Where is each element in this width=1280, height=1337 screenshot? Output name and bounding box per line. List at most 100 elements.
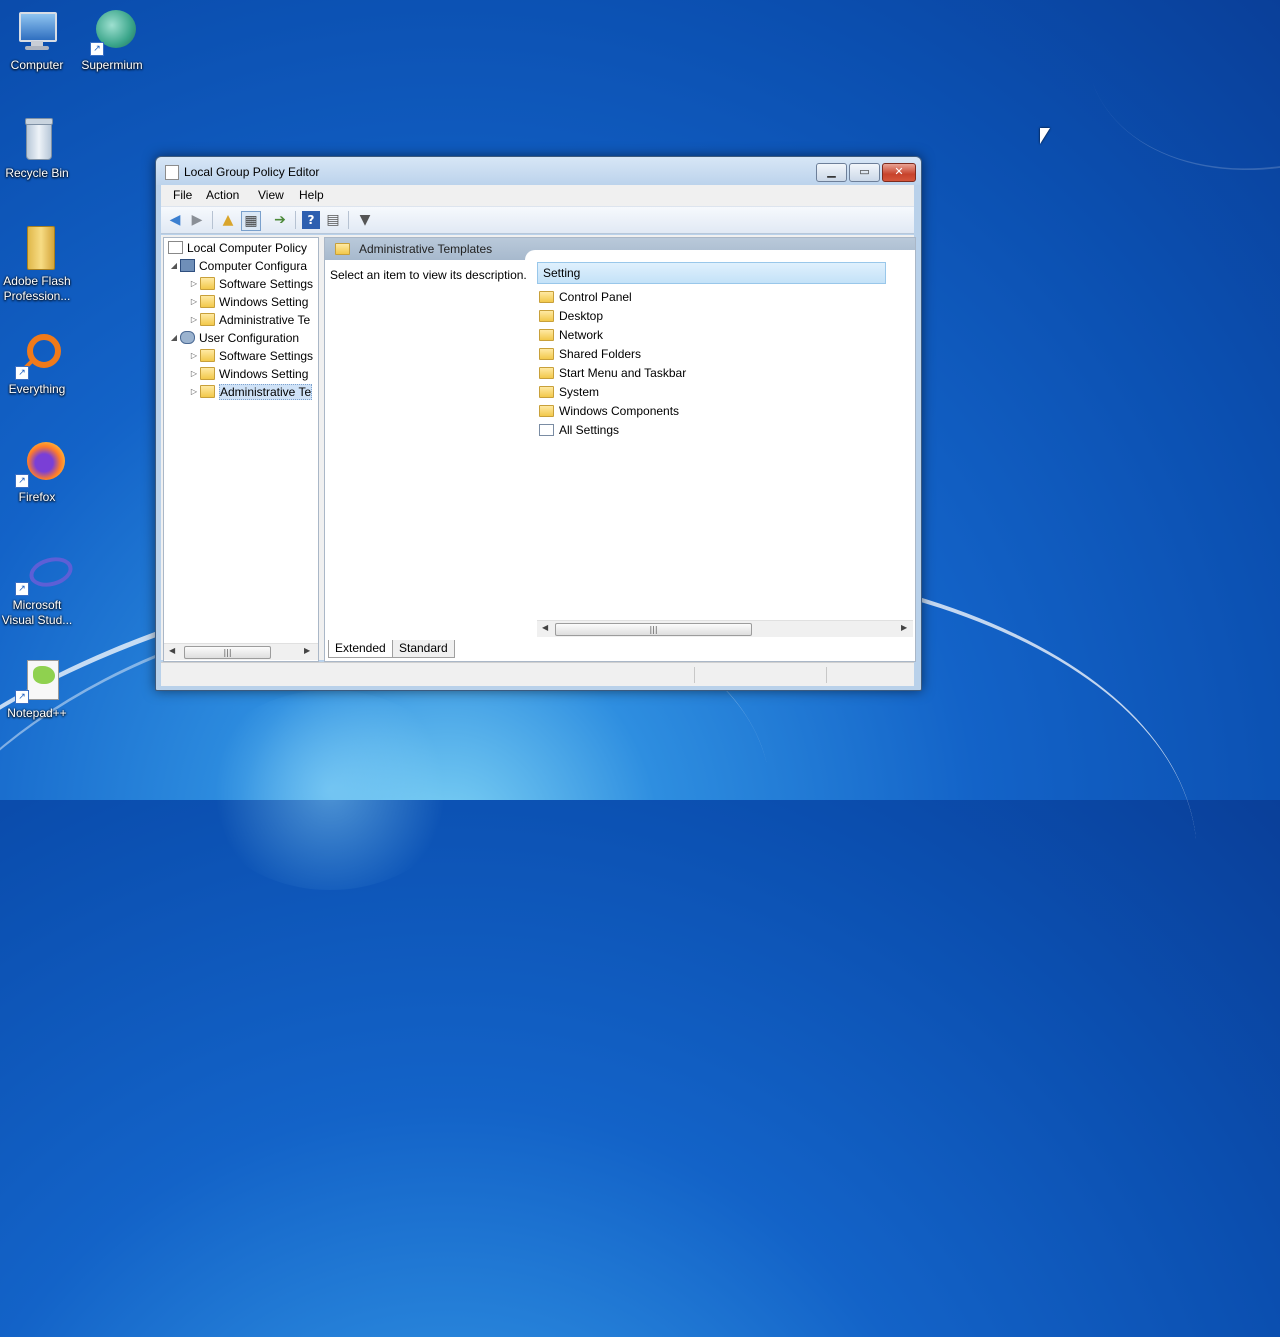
desktop: { "desktop": { "icons": [ {"label": "Com… [0, 0, 1280, 1337]
notepad-plus-plus-icon: ↗ [13, 656, 61, 704]
folder-icon [200, 367, 215, 380]
expand-arrow-icon[interactable]: ▷ [188, 365, 200, 383]
shortcut-arrow-icon: ↗ [15, 690, 29, 704]
close-icon: ✕ [894, 165, 904, 178]
help-icon[interactable]: ? [302, 211, 320, 229]
details-horizontal-scrollbar[interactable]: ◀ ||| ▶ [537, 620, 913, 637]
maximize-button[interactable]: ▭ [849, 163, 880, 182]
desktop-icon-label: Notepad++ [7, 706, 67, 720]
scroll-right-arrow-icon[interactable]: ▶ [901, 623, 907, 632]
tree-horizontal-scrollbar[interactable]: ◀ ||| ▶ [164, 643, 318, 660]
tree-node-user-windows-settings[interactable]: ▷ Windows Setting [188, 365, 308, 383]
scroll-right-arrow-icon[interactable]: ▶ [304, 646, 310, 655]
desktop-icon-notepad-plus-plus[interactable]: ↗ Notepad++ [0, 656, 74, 721]
show-hide-tree-icon[interactable]: ▦ [241, 211, 261, 231]
expand-arrow-icon[interactable]: ▷ [188, 311, 200, 329]
shortcut-arrow-icon: ↗ [15, 582, 29, 596]
filter-icon[interactable]: ▼ [356, 211, 374, 229]
desktop-icon-supermium[interactable]: ↗ Supermium [75, 8, 149, 73]
desktop-icon-adobe-flash[interactable]: Adobe Flash Profession... [0, 224, 74, 304]
tree-node-user-software-settings[interactable]: ▷ Software Settings [188, 347, 313, 365]
list-item[interactable]: Shared Folders [539, 345, 641, 364]
toolbar-separator [212, 211, 213, 229]
export-list-icon[interactable]: ➔ [271, 211, 289, 229]
column-header-setting[interactable]: Setting [537, 262, 886, 284]
back-arrow-icon[interactable]: ◀ [166, 211, 184, 229]
menu-bar: File Action View Help [161, 185, 914, 207]
folder-icon [539, 310, 554, 322]
computer-icon [180, 259, 195, 272]
shortcut-arrow-icon: ↗ [15, 474, 29, 488]
desktop-icon-recycle-bin[interactable]: Recycle Bin [0, 116, 74, 181]
tree-node-windows-settings[interactable]: ▷ Windows Setting [188, 293, 308, 311]
folder-icon [539, 348, 554, 360]
close-button[interactable]: ✕ [882, 163, 916, 182]
tree-node-user-administrative-templates[interactable]: ▷ Administrative Te [188, 383, 313, 401]
policy-icon [165, 165, 179, 180]
expand-arrow-icon[interactable]: ▷ [188, 293, 200, 311]
menu-action[interactable]: Action [206, 188, 239, 202]
desktop-icon-label: Firefox [18, 490, 56, 504]
minimize-icon: ▁ [827, 165, 836, 178]
minimize-button[interactable]: ▁ [816, 163, 847, 182]
toolbar-separator [348, 211, 349, 229]
firefox-icon: ↗ [13, 440, 65, 488]
expand-arrow-icon[interactable]: ▷ [188, 275, 200, 293]
expand-arrow-icon[interactable]: ▷ [188, 383, 200, 401]
supermium-icon: ↗ [88, 8, 136, 56]
tab-standard[interactable]: Standard [392, 640, 455, 658]
tree-node-root[interactable]: Local Computer Policy [168, 239, 307, 257]
list-item[interactable]: Desktop [539, 307, 603, 326]
properties-icon[interactable]: ▤ [324, 211, 342, 229]
list-item[interactable]: Windows Components [539, 402, 679, 421]
collapse-arrow-icon[interactable]: ◢ [168, 257, 180, 275]
list-item[interactable]: System [539, 383, 599, 402]
menu-help[interactable]: Help [299, 188, 324, 202]
desktop-icon-computer[interactable]: Computer [0, 8, 74, 73]
tree-node-user-configuration[interactable]: ◢ User Configuration [168, 329, 299, 347]
folder-icon [13, 224, 61, 272]
tree-node-computer-configuration[interactable]: ◢ Computer Configura [168, 257, 307, 275]
tree-pane[interactable]: Local Computer Policy ◢ Computer Configur… [163, 237, 319, 662]
desktop-icon-label: Recycle Bin [5, 166, 69, 180]
folder-icon [539, 386, 554, 398]
forward-arrow-icon[interactable]: ▶ [188, 211, 206, 229]
desktop-icon-label: Supermium [81, 58, 143, 72]
computer-icon [13, 8, 61, 56]
scroll-left-arrow-icon[interactable]: ◀ [169, 646, 175, 655]
folder-icon [539, 367, 554, 379]
scrollbar-thumb[interactable]: ||| [555, 623, 752, 636]
scroll-left-arrow-icon[interactable]: ◀ [542, 623, 548, 632]
tree-node-software-settings[interactable]: ▷ Software Settings [188, 275, 313, 293]
client-area: Local Computer Policy ◢ Computer Configur… [161, 235, 916, 662]
tree-node-administrative-templates[interactable]: ▷ Administrative Te [188, 311, 310, 329]
maximize-icon: ▭ [859, 165, 870, 178]
desktop-icon-firefox[interactable]: ↗ Firefox [0, 440, 74, 505]
folder-icon [539, 329, 554, 341]
collapse-arrow-icon[interactable]: ◢ [168, 329, 180, 347]
shortcut-arrow-icon: ↗ [90, 42, 104, 56]
menu-file[interactable]: File [173, 188, 192, 202]
list-item[interactable]: All Settings [539, 421, 619, 440]
list-item[interactable]: Control Panel [539, 288, 632, 307]
wallpaper-swoosh [1041, 0, 1280, 225]
scrollbar-thumb[interactable]: ||| [184, 646, 271, 659]
folder-icon [335, 243, 350, 255]
desktop-icon-visual-studio[interactable]: ↗ Microsoft Visual Stud... [0, 548, 76, 628]
shortcut-arrow-icon: ↗ [15, 366, 29, 380]
title-bar[interactable]: Local Group Policy Editor ▁ ▭ ✕ [156, 157, 921, 185]
all-settings-icon [539, 424, 554, 436]
desktop-icon-label: Microsoft Visual Stud... [1, 598, 73, 627]
desktop-icon-everything[interactable]: ↗ Everything [0, 332, 74, 397]
desktop-icon-label: Adobe Flash Profession... [3, 274, 71, 303]
tab-extended[interactable]: Extended [328, 640, 393, 658]
list-item[interactable]: Network [539, 326, 603, 345]
up-folder-icon[interactable]: ▲ [219, 211, 237, 229]
menu-view[interactable]: View [258, 188, 284, 202]
expand-arrow-icon[interactable]: ▷ [188, 347, 200, 365]
list-item[interactable]: Start Menu and Taskbar [539, 364, 686, 383]
status-separator [826, 667, 827, 683]
group-policy-editor-window: Local Group Policy Editor ▁ ▭ ✕ File Act… [155, 156, 922, 691]
folder-icon [539, 405, 554, 417]
window-title: Local Group Policy Editor [184, 165, 320, 179]
